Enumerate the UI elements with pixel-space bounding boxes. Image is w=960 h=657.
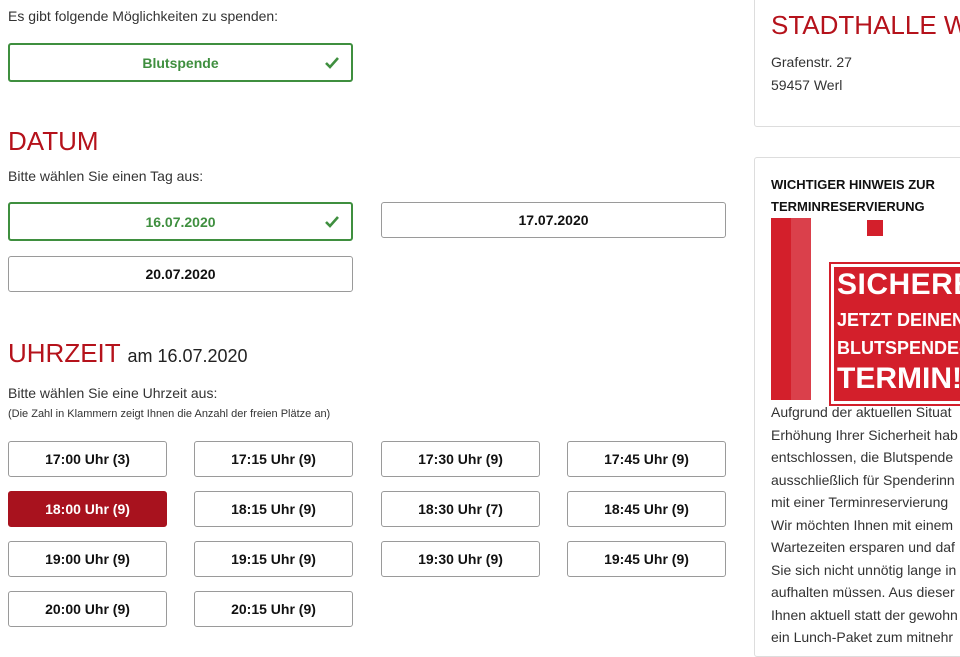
time-slot-label: 19:00 Uhr (9) (45, 551, 130, 567)
time-slot-button[interactable]: 18:45 Uhr (9) (567, 491, 726, 527)
time-slot-label: 20:15 Uhr (9) (231, 601, 316, 617)
notice-line: Erhöhung Ihrer Sicherheit hab (771, 426, 958, 443)
time-slot-button[interactable]: 17:45 Uhr (9) (567, 441, 726, 477)
notice-card: WICHTIGER HINWEIS ZUR TERMINRESERVIERUNG… (754, 157, 960, 657)
venue-city: 59457 Werl (771, 77, 843, 93)
date-label: 20.07.2020 (145, 266, 216, 282)
notice-line: ein Lunch-Paket zum mitnehr (771, 629, 954, 645)
time-slot-label: 17:15 Uhr (9) (231, 451, 316, 467)
time-slot-label: 17:30 Uhr (9) (418, 451, 503, 467)
banner-line: BLUTSPENDE- (837, 338, 960, 358)
notice-line: ausschließlich für Spenderinn (771, 471, 955, 488)
time-slot-label: 18:15 Uhr (9) (231, 501, 316, 517)
time-slot-label: 18:30 Uhr (7) (418, 501, 503, 517)
uhrzeit-title: UHRZEIT (8, 338, 121, 368)
time-slot-button[interactable]: 17:00 Uhr (3) (8, 441, 167, 477)
time-slot-label: 18:45 Uhr (9) (604, 501, 689, 517)
banner-stripe (771, 218, 791, 400)
banner-square (867, 220, 883, 236)
check-icon (325, 56, 339, 69)
time-slot-button[interactable]: 19:45 Uhr (9) (567, 541, 726, 577)
notice-line: aufhalten müssen. Aus dieser (771, 584, 955, 600)
date-button-20-07-2020[interactable]: 20.07.2020 (8, 256, 353, 292)
uhrzeit-heading: UHRZEIT am 16.07.2020 (8, 338, 248, 369)
time-slot-button[interactable]: 18:15 Uhr (9) (194, 491, 353, 527)
date-button-17-07-2020[interactable]: 17.07.2020 (381, 202, 726, 238)
datum-instruction: Bitte wählen Sie einen Tag aus: (8, 168, 204, 184)
banner-line: TERMIN! (837, 362, 960, 395)
notice-line: Wir möchten Ihnen mit einem (771, 516, 954, 533)
uhrzeit-instruction: Bitte wählen Sie eine Uhrzeit aus: (8, 385, 218, 401)
time-slot-label: 20:00 Uhr (9) (45, 601, 130, 617)
date-label: 17.07.2020 (518, 212, 589, 228)
time-slot-button[interactable]: 17:15 Uhr (9) (194, 441, 353, 477)
time-slot-button[interactable]: 20:15 Uhr (9) (194, 591, 353, 627)
time-slot-label: 19:15 Uhr (9) (231, 551, 316, 567)
venue-name: STADTHALLE WI (771, 10, 960, 40)
uhrzeit-note: (Die Zahl in Klammern zeigt Ihnen die An… (8, 408, 331, 420)
notice-line: Aufgrund der aktuellen Situat (771, 404, 952, 420)
option-label: Blutspende (142, 54, 219, 71)
notice-body: Aufgrund der aktuellen Situat Erhöhung I… (771, 401, 960, 649)
time-slot-button[interactable]: 19:30 Uhr (9) (381, 541, 540, 577)
banner-stripe (791, 218, 811, 400)
time-slot-button[interactable]: 20:00 Uhr (9) (8, 591, 167, 627)
banner-line: JETZT DEINEN (837, 310, 960, 330)
banner-line: SICHERE (837, 268, 960, 301)
time-slot-button-active[interactable]: 18:00 Uhr (9) (8, 491, 167, 527)
date-label: 16.07.2020 (145, 213, 216, 230)
option-blutspende-button[interactable]: Blutspende (8, 43, 353, 82)
time-slot-button[interactable]: 19:15 Uhr (9) (194, 541, 353, 577)
time-slot-label: 18:00 Uhr (9) (45, 501, 130, 517)
time-slot-button[interactable]: 17:30 Uhr (9) (381, 441, 540, 477)
check-icon (325, 215, 339, 228)
blood-donation-banner: SICHERE JETZT DEINEN BLUTSPENDE- TERMIN! (771, 218, 960, 406)
datum-title: DATUM (8, 126, 99, 156)
notice-line: entschlossen, die Blutspende (771, 449, 954, 465)
notice-title: WICHTIGER HINWEIS ZUR TERMINRESERVIERUNG (771, 177, 935, 214)
time-slot-button[interactable]: 18:30 Uhr (7) (381, 491, 540, 527)
time-slot-label: 19:30 Uhr (9) (418, 551, 503, 567)
venue-street: Grafenstr. 27 (771, 54, 852, 70)
donation-intro: Es gibt folgende Möglichkeiten zu spende… (8, 8, 279, 24)
booking-main: Es gibt folgende Möglichkeiten zu spende… (0, 0, 740, 640)
notice-line: Wartezeiten ersparen und daf (771, 539, 955, 555)
time-slot-label: 17:45 Uhr (9) (604, 451, 689, 467)
time-slot-label: 19:45 Uhr (9) (604, 551, 689, 567)
notice-line: Sie sich nicht unnötig lange in (771, 561, 957, 578)
date-button-16-07-2020[interactable]: 16.07.2020 (8, 202, 353, 241)
notice-line: mit einer Terminreservierung (771, 494, 949, 510)
time-slot-label: 17:00 Uhr (3) (45, 451, 130, 467)
notice-line: Ihnen aktuell statt der gewohn (771, 606, 958, 623)
time-slot-button[interactable]: 19:00 Uhr (9) (8, 541, 167, 577)
uhrzeit-date: am 16.07.2020 (127, 346, 248, 366)
venue-card: STADTHALLE WI Grafenstr. 27 59457 Werl (754, 0, 960, 127)
